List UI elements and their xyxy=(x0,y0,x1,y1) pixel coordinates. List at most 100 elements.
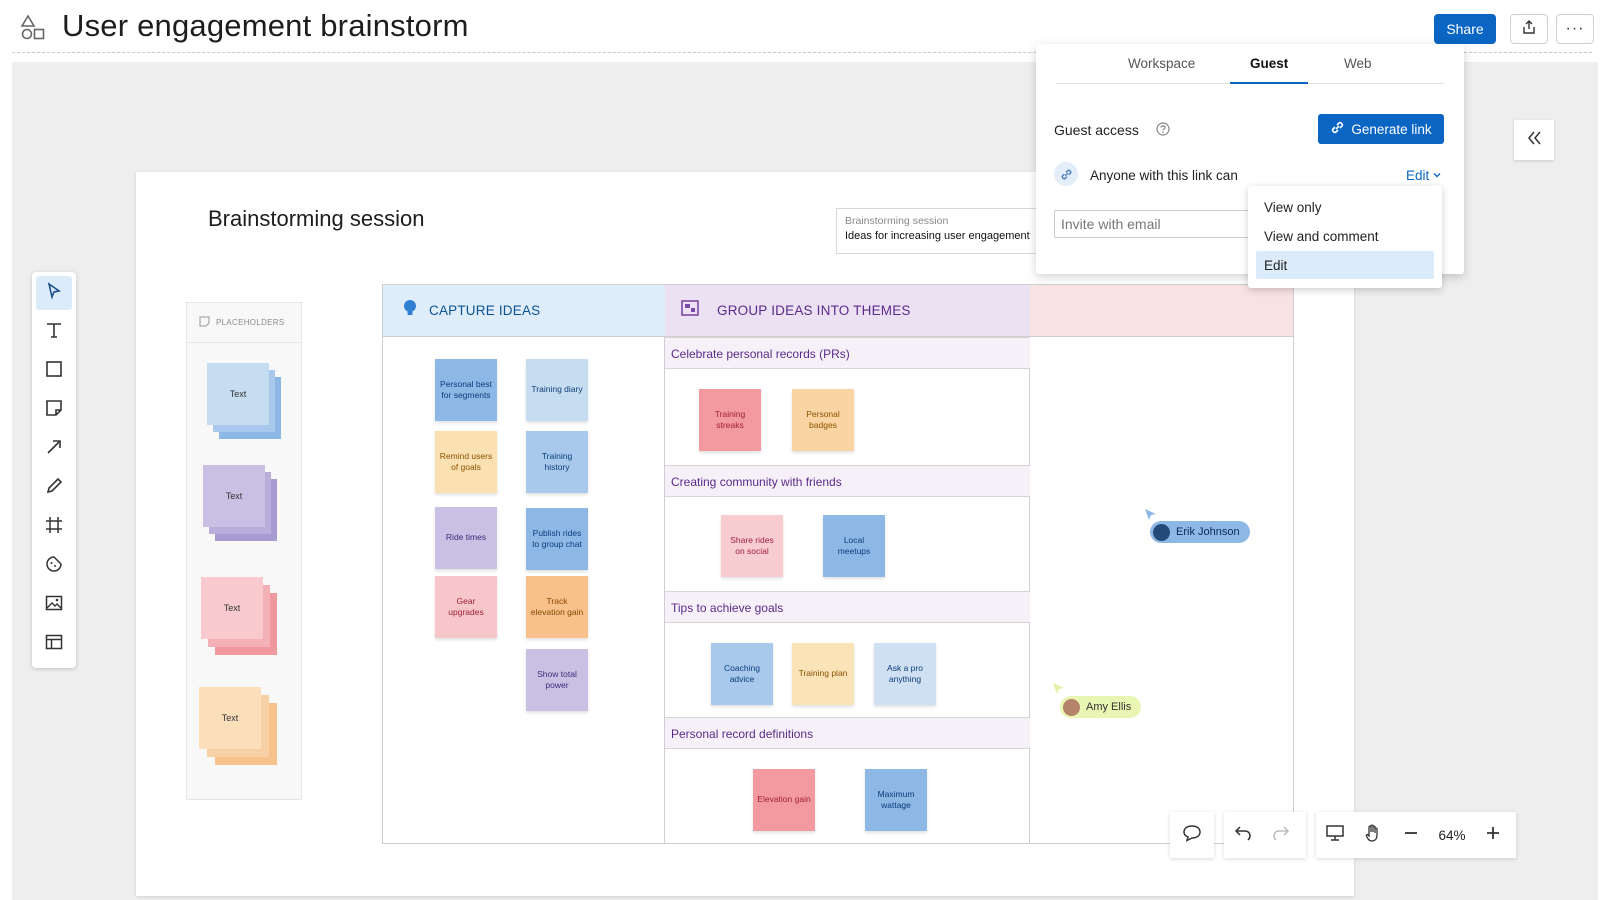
text-icon xyxy=(45,321,63,344)
comment-icon xyxy=(1182,824,1202,847)
group-ideas-header: GROUP IDEAS INTO THEMES xyxy=(665,285,1030,337)
sticky-note[interactable]: Personal badges xyxy=(792,389,854,451)
tab-web[interactable]: Web xyxy=(1344,56,1372,71)
frame-tool[interactable] xyxy=(36,510,72,544)
link-icon xyxy=(1054,162,1078,186)
tab-workspace[interactable]: Workspace xyxy=(1128,56,1195,71)
group-frame-icon xyxy=(681,300,699,321)
comment-button[interactable] xyxy=(1173,816,1211,854)
sticky-note[interactable]: Remind users of goals xyxy=(435,431,497,493)
sticky-note[interactable]: Show total power xyxy=(526,649,588,711)
sticky-note[interactable]: Track elevation gain xyxy=(526,576,588,638)
theme-header[interactable]: Creating community with friends xyxy=(665,465,1030,497)
pen-tool[interactable] xyxy=(36,471,72,505)
guest-access-label: Guest access xyxy=(1054,122,1139,138)
collapse-panel-button[interactable] xyxy=(1514,120,1554,160)
more-options-button[interactable]: ··· xyxy=(1556,14,1594,44)
sticky-note[interactable]: Training streaks xyxy=(699,389,761,451)
placeholder-stack-blue[interactable]: Text xyxy=(207,363,281,439)
placeholders-header: PLACEHOLDERS xyxy=(187,303,301,343)
placeholder-stack-purple[interactable]: Text xyxy=(203,465,277,541)
export-button[interactable] xyxy=(1510,14,1548,44)
placeholder-stack-pink[interactable]: Text xyxy=(201,577,277,655)
help-icon[interactable] xyxy=(1156,122,1170,141)
collaborator-name: Erik Johnson xyxy=(1176,526,1240,538)
placeholder-stack-orange[interactable]: Text xyxy=(199,687,277,765)
collaborator-cursor: Erik Johnson xyxy=(1150,521,1250,543)
avatar xyxy=(1063,698,1080,716)
sticky-note[interactable]: Coaching advice xyxy=(711,643,773,705)
select-tool[interactable] xyxy=(36,276,72,310)
connector-tool[interactable] xyxy=(36,432,72,466)
history-toolbar xyxy=(1224,812,1306,858)
chevron-down-icon xyxy=(1432,168,1442,183)
placeholder-label: Text xyxy=(201,577,263,639)
minus-icon xyxy=(1403,825,1419,846)
placeholders-title: PLACEHOLDERS xyxy=(216,318,285,327)
theme-header[interactable]: Tips to achieve goals xyxy=(665,591,1030,623)
sticky-note[interactable]: Elevation gain xyxy=(753,769,815,831)
hand-icon xyxy=(1364,823,1382,848)
pan-button[interactable] xyxy=(1354,816,1392,854)
zoom-level[interactable]: 64% xyxy=(1430,828,1474,843)
placeholders-panel: PLACEHOLDERS Text Text Text Text xyxy=(186,302,302,800)
share-tabs: Workspace Guest Web xyxy=(1056,44,1444,84)
sticky-note[interactable]: Ride times xyxy=(435,507,497,569)
menu-item-view-and-comment[interactable]: View and comment xyxy=(1256,222,1434,250)
sticky-note-icon xyxy=(45,399,63,422)
view-toolbar: 64% xyxy=(1316,812,1516,858)
permission-dropdown[interactable]: Edit xyxy=(1406,168,1442,183)
image-tool[interactable] xyxy=(36,588,72,622)
tab-guest[interactable]: Guest xyxy=(1250,56,1288,71)
sticky-note-tool[interactable] xyxy=(36,393,72,427)
double-chevron-left-icon xyxy=(1526,130,1542,151)
capture-ideas-header: CAPTURE IDEAS xyxy=(383,285,665,337)
menu-item-view-only[interactable]: View only xyxy=(1256,193,1434,221)
template-tool[interactable] xyxy=(36,627,72,661)
plus-icon xyxy=(1485,825,1501,846)
undo-button[interactable] xyxy=(1224,816,1262,854)
page-title[interactable]: User engagement brainstorm xyxy=(62,8,469,44)
menu-item-edit[interactable]: Edit xyxy=(1256,251,1434,279)
board-title[interactable]: Brainstorming session xyxy=(208,206,424,232)
present-button[interactable] xyxy=(1316,816,1354,854)
collaborator-name: Amy Ellis xyxy=(1086,701,1132,713)
sticky-note[interactable]: Publish rides to group chat xyxy=(526,508,588,570)
sticky-note[interactable]: Share rides on social xyxy=(721,515,783,577)
permission-menu: View only View and comment Edit xyxy=(1248,186,1442,288)
third-column-header xyxy=(1030,285,1293,337)
zoom-in-button[interactable] xyxy=(1474,816,1512,854)
zoom-out-button[interactable] xyxy=(1392,816,1430,854)
theme-header[interactable]: Celebrate personal records (PRs) xyxy=(665,337,1030,369)
shape-tool[interactable] xyxy=(36,354,72,388)
active-tab-indicator xyxy=(1230,82,1308,84)
sticky-note[interactable]: Gear upgrades xyxy=(435,576,497,638)
permission-value: Edit xyxy=(1406,168,1430,183)
theme-header[interactable]: Personal record definitions xyxy=(665,717,1030,749)
sticky-note[interactable]: Training plan xyxy=(792,643,854,705)
lightbulb-icon xyxy=(403,299,417,322)
sticky-note[interactable]: Training diary xyxy=(526,359,588,421)
share-button[interactable]: Share xyxy=(1434,14,1496,44)
group-ideas-column: GROUP IDEAS INTO THEMES Celebrate person… xyxy=(665,285,1030,843)
square-icon xyxy=(45,360,63,383)
tool-palette xyxy=(32,272,76,668)
export-icon xyxy=(1522,19,1536,39)
image-icon xyxy=(45,594,63,617)
sticky-note[interactable]: Training history xyxy=(526,431,588,493)
generate-link-button[interactable]: Generate link xyxy=(1318,114,1444,144)
redo-icon xyxy=(1272,825,1290,846)
avatar xyxy=(1153,523,1170,541)
presentation-icon xyxy=(1325,824,1345,847)
board-grid: CAPTURE IDEAS Personal best for segments… xyxy=(382,284,1294,844)
invite-email-input[interactable] xyxy=(1054,210,1254,238)
redo-button[interactable] xyxy=(1262,816,1300,854)
sticky-note[interactable]: Ask a pro anything xyxy=(874,643,936,705)
sticker-tool[interactable] xyxy=(36,549,72,583)
text-tool[interactable] xyxy=(36,315,72,349)
sticky-note[interactable]: Personal best for segments xyxy=(435,359,497,421)
comment-toolbar xyxy=(1170,812,1214,858)
sticky-note[interactable]: Local meetups xyxy=(823,515,885,577)
capture-ideas-column: CAPTURE IDEAS Personal best for segments… xyxy=(383,285,665,843)
sticky-note[interactable]: Maximum wattage xyxy=(865,769,927,831)
